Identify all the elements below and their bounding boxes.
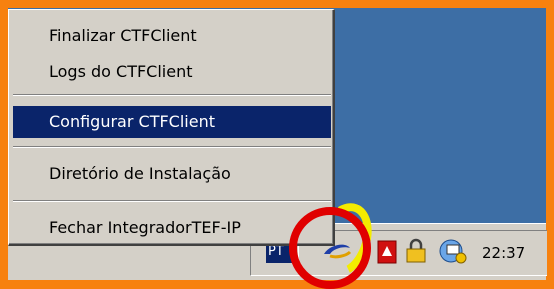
menu-separator [13, 146, 331, 148]
menu-item-diretorio-instalacao[interactable]: Diretório de Instalação [13, 158, 331, 190]
menu-separator [13, 200, 331, 202]
annotation-red-circle [289, 207, 371, 289]
menu-item-logs-ctfclient[interactable]: Logs do CTFClient [13, 56, 331, 88]
menu-item-configurar-ctfclient[interactable]: Configurar CTFClient [13, 106, 331, 138]
menu-item-fechar-integradortef-ip[interactable]: Fechar IntegradorTEF-IP [13, 212, 331, 244]
menu-item-finalizar-ctfclient[interactable]: Finalizar CTFClient [13, 20, 331, 52]
pdf-icon[interactable] [376, 240, 398, 264]
tray-clock[interactable]: 22:37 [482, 244, 525, 262]
lock-icon[interactable] [404, 238, 428, 264]
context-menu: Finalizar CTFClient Logs do CTFClient Co… [8, 9, 335, 246]
menu-separator [13, 94, 331, 96]
network-icon[interactable] [436, 236, 468, 266]
